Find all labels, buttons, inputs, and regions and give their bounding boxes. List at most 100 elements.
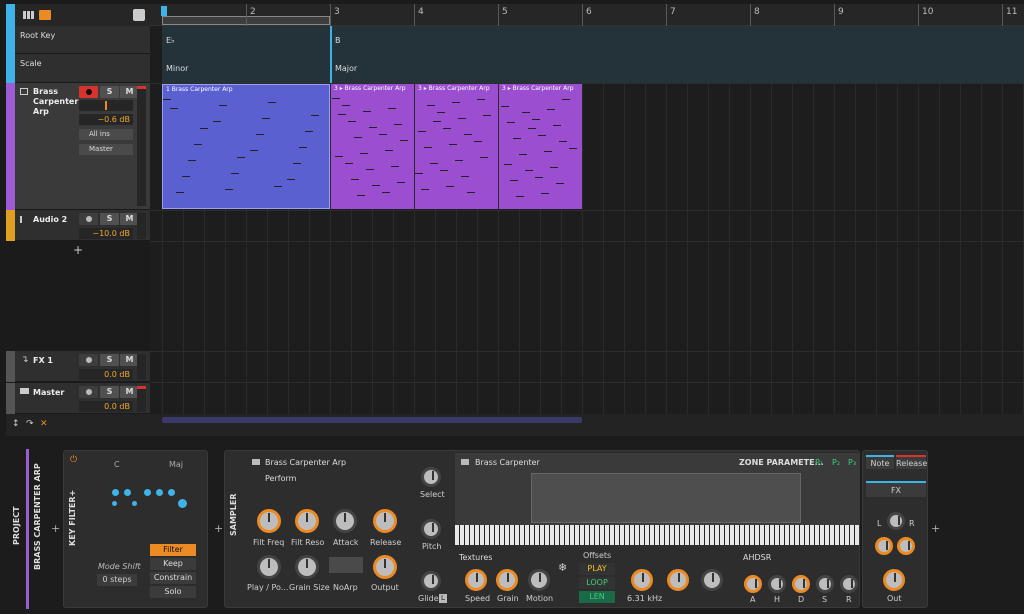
add-track-button[interactable]: +: [73, 243, 83, 257]
close-icon[interactable]: ✕: [40, 419, 48, 429]
pan-knob[interactable]: [887, 512, 905, 530]
ruler-bar-tick[interactable]: 2: [246, 4, 256, 26]
ruler-bar-tick[interactable]: 7: [666, 4, 676, 26]
track-name[interactable]: Master: [33, 388, 64, 397]
audio-track-header[interactable]: Audio 2 S M −10.0 dB: [6, 210, 150, 241]
list-view-icon[interactable]: [39, 10, 51, 20]
glide-knob[interactable]: [421, 571, 441, 591]
loop-mode-button[interactable]: LOOP: [579, 577, 615, 589]
volume-display[interactable]: −10.0 dB: [79, 228, 133, 239]
pan-slider[interactable]: [79, 100, 133, 111]
record-arm-button[interactable]: [79, 354, 98, 366]
timeline-ruler[interactable]: 2 3 4 5 6 7 8 9 10 11: [150, 4, 1024, 26]
ruler-bar-tick[interactable]: 3: [330, 4, 340, 26]
play-mode-button[interactable]: PLAY: [579, 563, 615, 575]
note-fx-panel[interactable]: Note Release FX L R Out: [862, 450, 928, 608]
volume-display[interactable]: −0.6 dB: [79, 114, 133, 125]
pitch-knob[interactable]: [421, 519, 441, 539]
filt-reso-knob[interactable]: [295, 509, 319, 533]
note-clip[interactable]: 3 ▸ Brass Carpenter Arp: [499, 84, 582, 209]
key-change-marker[interactable]: [330, 26, 332, 54]
note-clip[interactable]: 3 ▸ Brass Carpenter Arp: [415, 84, 498, 209]
playhead-marker-icon[interactable]: [161, 6, 167, 16]
filter-resonance-knob[interactable]: [667, 569, 689, 591]
release-knob[interactable]: [373, 509, 397, 533]
release-tab[interactable]: Release: [896, 455, 927, 469]
scale-value[interactable]: Minor: [166, 64, 188, 73]
grain-knob[interactable]: [496, 569, 518, 591]
track-name[interactable]: Brass Carpenter Arp: [33, 87, 78, 117]
record-arm-button[interactable]: [79, 86, 98, 98]
solo-button[interactable]: S: [100, 354, 119, 366]
filt-freq-knob[interactable]: [257, 509, 281, 533]
root-key-lane[interactable]: E♭ B: [162, 26, 1024, 54]
page-selector[interactable]: Perform: [265, 474, 296, 483]
left-gain-knob[interactable]: [875, 537, 893, 555]
select-knob[interactable]: [421, 467, 441, 487]
fx-tab[interactable]: FX: [866, 481, 926, 497]
scale-track-header[interactable]: Scale: [6, 54, 150, 83]
ruler-bar-tick[interactable]: 11: [1002, 4, 1017, 26]
freeze-icon[interactable]: ❄: [558, 561, 567, 574]
speed-knob[interactable]: [465, 569, 487, 591]
glide-mode-badge[interactable]: L: [439, 594, 447, 603]
grain-size-knob[interactable]: [295, 555, 319, 579]
root-key-value[interactable]: E♭: [166, 36, 175, 45]
sample-editor[interactable]: Brass Carpenter ZONE PARAMETE... P₁ P₂ P…: [455, 453, 859, 545]
solo-button[interactable]: S: [100, 386, 119, 398]
add-device-button[interactable]: +: [214, 522, 223, 535]
zone-map[interactable]: [531, 473, 801, 523]
volume-display[interactable]: 0.0 dB: [79, 369, 133, 380]
filter-cutoff-knob[interactable]: [631, 569, 653, 591]
solo-mode-button[interactable]: Solo: [150, 586, 196, 598]
ruler-bar-tick[interactable]: 8: [750, 4, 760, 26]
envelope-selector[interactable]: AHDSR: [743, 553, 771, 562]
track-devices-tab[interactable]: BRASS CARPENTER ARP: [33, 463, 42, 570]
ruler-bar-tick[interactable]: 10: [918, 4, 933, 26]
add-device-button[interactable]: +: [931, 522, 940, 535]
output-selector[interactable]: Master: [79, 144, 133, 155]
attack-knob[interactable]: [333, 509, 357, 533]
scale-value[interactable]: Major: [335, 64, 357, 73]
note-tab[interactable]: Note: [866, 455, 894, 469]
filter-cutoff-value[interactable]: 6.31 kHz: [627, 594, 662, 603]
fx-track-header[interactable]: ↴ FX 1 S M 0.0 dB: [6, 351, 150, 382]
out-knob[interactable]: [883, 569, 905, 591]
edit-pencil-icon[interactable]: [133, 9, 145, 21]
preset-name[interactable]: Brass Carpenter Arp: [265, 458, 346, 467]
scale-dots[interactable]: [112, 489, 192, 511]
track-name[interactable]: FX 1: [33, 356, 53, 365]
env-hold-knob[interactable]: [768, 575, 786, 593]
p3-button[interactable]: P₃: [848, 458, 856, 467]
zone-parameters[interactable]: ZONE PARAMETE...: [739, 458, 824, 467]
input-selector[interactable]: All ins: [79, 129, 133, 140]
env-attack-knob[interactable]: [744, 575, 762, 593]
filter-button[interactable]: Filter: [150, 544, 196, 556]
fit-icon[interactable]: ↕: [12, 419, 20, 429]
constrain-button[interactable]: Constrain: [150, 572, 196, 584]
scale-lane[interactable]: Minor Major: [162, 54, 1024, 83]
follow-icon[interactable]: ↷: [26, 419, 34, 429]
env-sustain-knob[interactable]: [816, 575, 834, 593]
motion-knob[interactable]: [528, 569, 550, 591]
right-gain-knob[interactable]: [897, 537, 915, 555]
scale-name[interactable]: Maj: [169, 460, 183, 469]
sampler-device[interactable]: SAMPLER Brass Carpenter Arp Perform Filt…: [224, 450, 860, 608]
instrument-track-header[interactable]: Brass Carpenter Arp S M −0.6 dB All ins …: [6, 83, 150, 210]
textures-selector[interactable]: Textures: [459, 553, 492, 562]
p1-button[interactable]: P₁: [815, 458, 823, 467]
horizontal-scrollbar[interactable]: [162, 417, 582, 423]
folder-icon[interactable]: [461, 459, 469, 465]
key-filter-device[interactable]: ⏻ C Maj KEY FILTER+ Mode Shift 0 steps F…: [63, 450, 208, 608]
folder-icon[interactable]: [252, 459, 260, 465]
p2-button[interactable]: P₂: [832, 458, 840, 467]
noarp-slot[interactable]: [329, 557, 363, 573]
filter-key-knob[interactable]: [701, 569, 723, 591]
root-key-value[interactable]: B: [335, 36, 341, 45]
power-icon[interactable]: ⏻: [70, 455, 77, 465]
master-track-header[interactable]: Master S M 0.0 dB: [6, 383, 150, 414]
ruler-bar-tick[interactable]: 5: [498, 4, 508, 26]
volume-display[interactable]: 0.0 dB: [79, 401, 133, 412]
grid-view-icon[interactable]: [23, 11, 35, 19]
play-pos-knob[interactable]: [257, 555, 281, 579]
